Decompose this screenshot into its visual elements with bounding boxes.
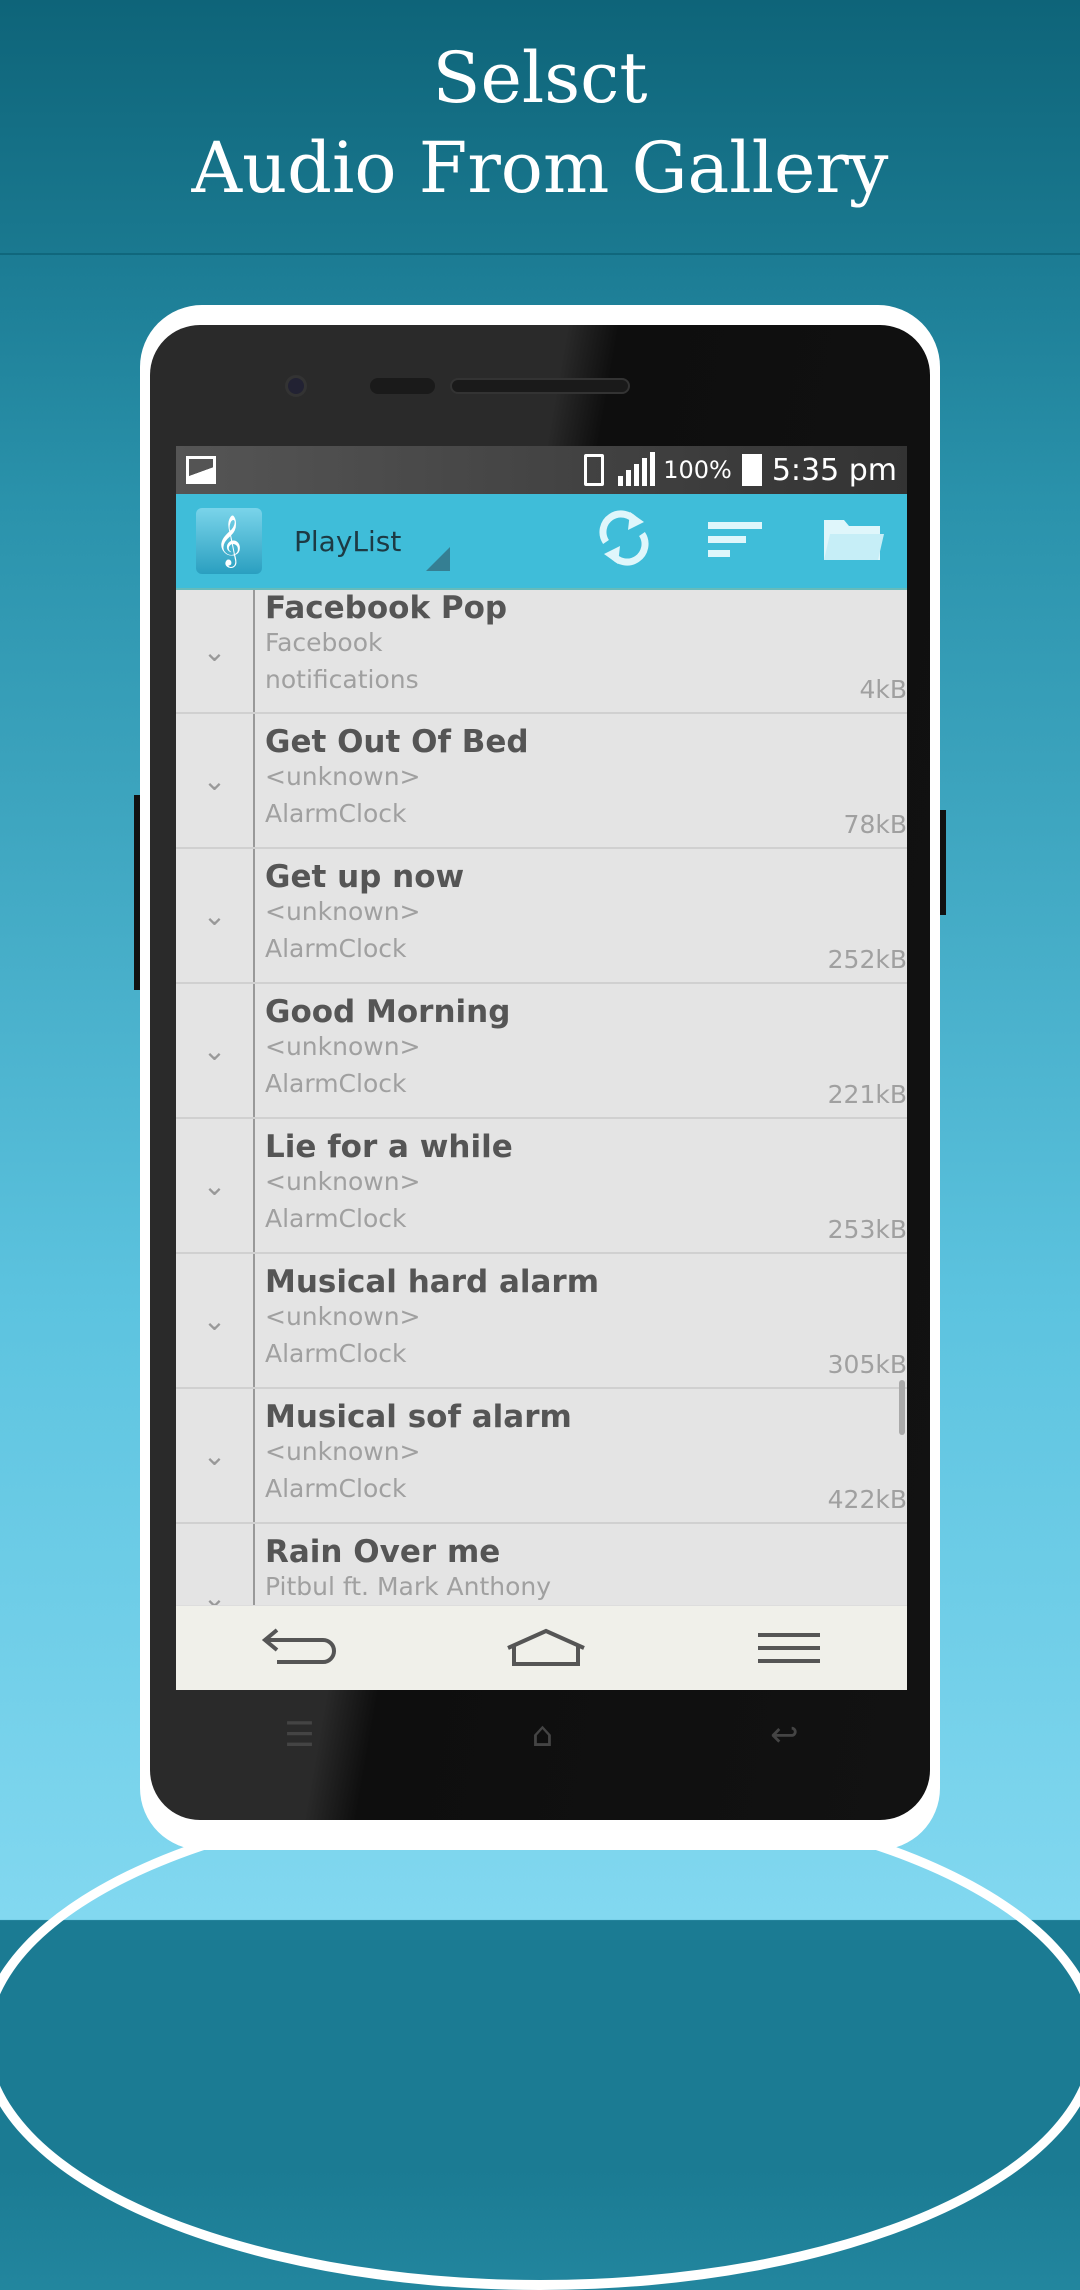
song-row[interactable]: ⌄ Good Morning <unknown> AlarmClock 221kB — [176, 984, 907, 1119]
playlist-dropdown[interactable]: PlayList — [294, 524, 450, 571]
back-icon[interactable] — [261, 1628, 337, 1668]
song-title: Rain Over me — [265, 1534, 501, 1570]
song-artist: Facebook — [265, 628, 383, 657]
song-row[interactable]: ⌄ Facebook Pop Facebook notifications 4kB — [176, 590, 907, 714]
song-row[interactable]: ⌄ Get Out Of Bed <unknown> AlarmClock 78kB — [176, 714, 907, 849]
song-album: AlarmClock — [265, 799, 407, 828]
hw-menu-icon[interactable]: ☰ — [284, 1715, 314, 1755]
song-title: Musical sof alarm — [265, 1399, 572, 1435]
song-artist: Pitbul ft. Mark Anthony — [265, 1572, 552, 1601]
song-title: Good Morning — [265, 994, 511, 1030]
phone-screen: 100% 5:35 pm 𝄞 PlayList ⌄ Facebook Pop Fac… — [176, 446, 907, 1690]
camera — [285, 375, 307, 397]
song-artist: <unknown> — [265, 762, 421, 791]
scrollbar[interactable] — [899, 1380, 905, 1435]
song-album: notifications — [265, 665, 419, 694]
hw-back-icon[interactable]: ↩ — [770, 1715, 799, 1755]
song-title: Lie for a while — [265, 1129, 513, 1165]
song-album: AlarmClock — [265, 1339, 407, 1368]
hardware-buttons: ☰ ⌂ ↩ — [176, 1715, 907, 1755]
vibrate-icon — [584, 454, 605, 486]
signal-icon — [618, 452, 656, 486]
song-row[interactable]: ⌄ Rain Over me Pitbul ft. Mark Anthony — [176, 1524, 907, 1605]
song-size: 305kB — [827, 1350, 907, 1379]
speaker — [450, 378, 630, 394]
song-size: 4kB — [859, 675, 907, 704]
song-album: AlarmClock — [265, 1204, 407, 1233]
expand-chevron-icon[interactable]: ⌄ — [176, 1389, 255, 1522]
expand-chevron-icon[interactable]: ⌄ — [176, 590, 255, 712]
song-row[interactable]: ⌄ Lie for a while <unknown> AlarmClock 253kB — [176, 1119, 907, 1254]
song-title: Get up now — [265, 859, 465, 895]
hw-home-icon[interactable]: ⌂ — [532, 1715, 554, 1755]
power-button — [940, 810, 946, 915]
app-bar: 𝄞 PlayList — [176, 494, 907, 590]
song-size: 221kB — [827, 1080, 907, 1109]
expand-chevron-icon[interactable]: ⌄ — [176, 849, 255, 982]
battery-level: 100% — [663, 456, 732, 484]
playlist-title: PlayList — [294, 524, 402, 558]
expand-chevron-icon[interactable]: ⌄ — [176, 1119, 255, 1252]
song-artist: <unknown> — [265, 1032, 421, 1061]
nav-bar — [176, 1605, 907, 1690]
sensor — [370, 378, 435, 394]
promo-header: Selsct Audio From Gallery — [0, 0, 1080, 255]
song-title: Facebook Pop — [265, 590, 508, 626]
menu-icon[interactable] — [756, 1630, 822, 1666]
promo-line-2: Audio From Gallery — [191, 127, 889, 209]
song-row[interactable]: ⌄ Musical hard alarm <unknown> AlarmClock 30… — [176, 1254, 907, 1389]
song-artist: <unknown> — [265, 1437, 421, 1466]
refresh-icon[interactable] — [596, 508, 652, 568]
image-icon — [186, 456, 216, 484]
song-album: AlarmClock — [265, 1474, 407, 1503]
song-title: Musical hard alarm — [265, 1264, 600, 1300]
song-row[interactable]: ⌄ Get up now <unknown> AlarmClock 252kB — [176, 849, 907, 984]
battery-icon — [741, 454, 762, 486]
song-size: 252kB — [827, 945, 907, 974]
song-row[interactable]: ⌄ Musical sof alarm <unknown> AlarmClock 422… — [176, 1389, 907, 1524]
song-size: 422kB — [827, 1485, 907, 1514]
app-logo-icon[interactable]: 𝄞 — [196, 508, 262, 574]
song-title: Get Out Of Bed — [265, 724, 529, 760]
dropdown-triangle-icon — [426, 546, 450, 571]
expand-chevron-icon[interactable]: ⌄ — [176, 1254, 255, 1387]
folder-icon[interactable] — [822, 516, 884, 562]
expand-chevron-icon[interactable]: ⌄ — [176, 714, 255, 847]
song-size: 78kB — [843, 810, 907, 839]
home-icon[interactable] — [506, 1628, 586, 1668]
decorative-arc — [0, 1790, 1080, 2290]
expand-chevron-icon[interactable]: ⌄ — [176, 1524, 255, 1605]
clock: 5:35 pm — [771, 452, 897, 488]
song-list: ⌄ Facebook Pop Facebook notifications 4kB ⌄ G… — [176, 590, 907, 1605]
volume-button — [134, 795, 140, 990]
song-album: AlarmClock — [265, 1069, 407, 1098]
expand-chevron-icon[interactable]: ⌄ — [176, 984, 255, 1117]
song-artist: <unknown> — [265, 1302, 421, 1331]
sort-icon[interactable] — [708, 520, 764, 560]
song-album: AlarmClock — [265, 934, 407, 963]
status-bar: 100% 5:35 pm — [176, 446, 907, 494]
song-size: 253kB — [827, 1215, 907, 1244]
promo-line-1: Selsct — [432, 37, 648, 119]
song-artist: <unknown> — [265, 897, 421, 926]
song-artist: <unknown> — [265, 1167, 421, 1196]
